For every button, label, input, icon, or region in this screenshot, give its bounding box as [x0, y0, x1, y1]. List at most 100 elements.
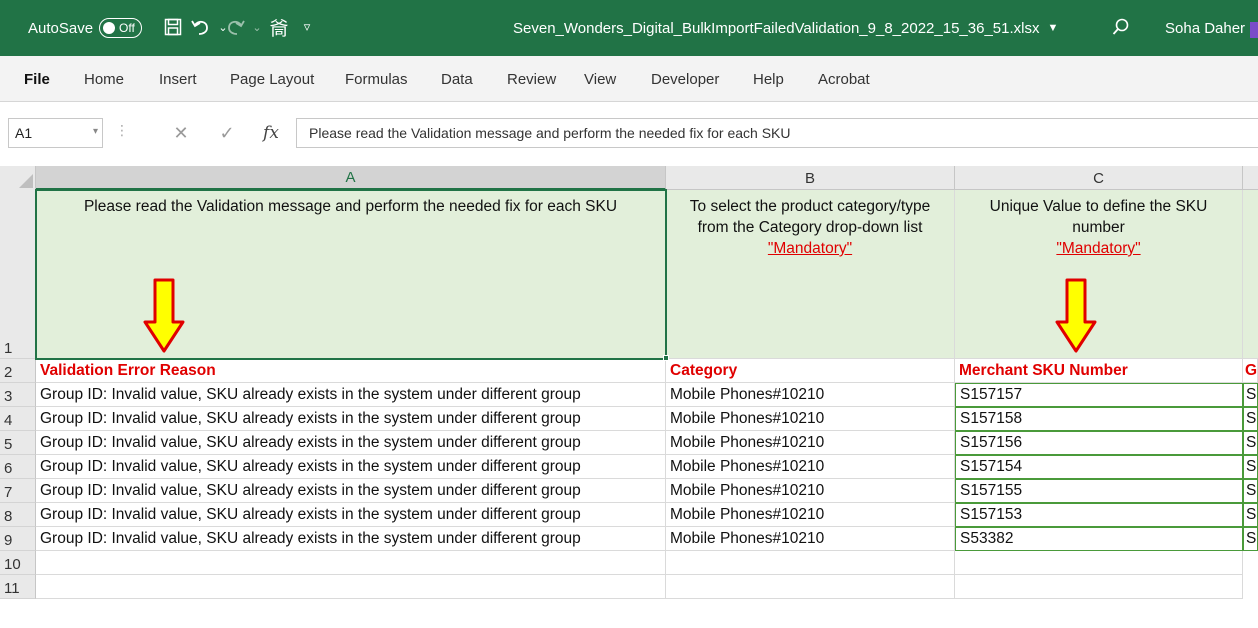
table-row-reason[interactable]: Group ID: Invalid value, SKU already exi…: [36, 407, 666, 431]
save-icon[interactable]: [160, 14, 186, 40]
worksheet-grid: A B C 1 2 3 4 5 6 7 8 9 10 11 Please rea…: [0, 166, 1258, 628]
row-header-8[interactable]: 8: [0, 503, 36, 527]
table-row-d[interactable]: S: [1243, 527, 1258, 551]
mandatory-label-c: "Mandatory": [1056, 240, 1141, 257]
autosave-control[interactable]: AutoSave Off: [28, 0, 142, 56]
instruction-text-b: To select the product category/type from…: [689, 198, 931, 236]
table-row-reason[interactable]: Group ID: Invalid value, SKU already exi…: [36, 527, 666, 551]
fill-handle[interactable]: [663, 355, 669, 361]
row-header-9[interactable]: 9: [0, 527, 36, 551]
field-label-d-truncated[interactable]: G: [1243, 359, 1258, 383]
mandatory-label-b: "Mandatory": [767, 240, 853, 257]
tab-developer[interactable]: Developer: [651, 56, 719, 102]
cell-d1[interactable]: [1243, 190, 1258, 359]
field-label-validation-error-reason[interactable]: Validation Error Reason: [36, 359, 666, 383]
field-label-category[interactable]: Category: [666, 359, 955, 383]
tab-formulas[interactable]: Formulas: [345, 56, 408, 102]
file-name-dropdown-icon: ▼: [1047, 22, 1059, 34]
user-name[interactable]: Soha Daher: [1165, 0, 1245, 56]
table-row-reason[interactable]: Group ID: Invalid value, SKU already exi…: [36, 503, 666, 527]
table-row-sku[interactable]: S157158: [955, 407, 1243, 431]
field-label-merchant-sku[interactable]: Merchant SKU Number: [955, 359, 1243, 383]
tab-data[interactable]: Data: [441, 56, 473, 102]
tab-acrobat[interactable]: Acrobat: [818, 56, 870, 102]
table-row-d[interactable]: S: [1243, 383, 1258, 407]
empty-cell[interactable]: [666, 551, 955, 575]
table-row-sku[interactable]: S157154: [955, 455, 1243, 479]
table-row-category[interactable]: Mobile Phones#10210: [666, 383, 955, 407]
table-row-reason[interactable]: Group ID: Invalid value, SKU already exi…: [36, 431, 666, 455]
table-row-category[interactable]: Mobile Phones#10210: [666, 455, 955, 479]
formula-input[interactable]: Please read the Validation message and p…: [296, 118, 1258, 148]
ribbon-tabs: File Home Insert Page Layout Formulas Da…: [0, 56, 1258, 102]
empty-cell[interactable]: [955, 551, 1243, 575]
name-box-value: A1: [15, 125, 33, 141]
table-row-d[interactable]: S: [1243, 479, 1258, 503]
tab-review[interactable]: Review: [507, 56, 556, 102]
row-header-7[interactable]: 7: [0, 479, 36, 503]
table-row-d[interactable]: S: [1243, 455, 1258, 479]
name-box-dropdown-icon[interactable]: ▾: [93, 126, 98, 137]
cell-b1[interactable]: To select the product category/type from…: [666, 190, 955, 359]
tab-page-layout[interactable]: Page Layout: [230, 56, 314, 102]
cell-a1[interactable]: Please read the Validation message and p…: [36, 190, 666, 359]
table-row-reason[interactable]: Group ID: Invalid value, SKU already exi…: [36, 455, 666, 479]
table-row-d[interactable]: S: [1243, 407, 1258, 431]
table-row-category[interactable]: Mobile Phones#10210: [666, 431, 955, 455]
file-name-text: Seven_Wonders_Digital_BulkImportFailedVa…: [513, 19, 1040, 37]
formula-bar-grip-icon[interactable]: ⋮: [115, 122, 129, 139]
table-row-d[interactable]: S: [1243, 503, 1258, 527]
column-header-row: A B C: [0, 166, 1258, 190]
table-row-category[interactable]: Mobile Phones#10210: [666, 503, 955, 527]
customize-toolbar-icon[interactable]: ▿: [294, 14, 320, 40]
tab-help[interactable]: Help: [753, 56, 784, 102]
empty-cell[interactable]: [36, 551, 666, 575]
down-arrow-icon: [1055, 278, 1097, 353]
row-header-5[interactable]: 5: [0, 431, 36, 455]
empty-cell[interactable]: [955, 575, 1243, 599]
row-header-3[interactable]: 3: [0, 383, 36, 407]
row-header-11[interactable]: 11: [0, 575, 36, 599]
table-row-category[interactable]: Mobile Phones#10210: [666, 479, 955, 503]
column-header-c[interactable]: C: [955, 166, 1243, 190]
avatar[interactable]: [1250, 22, 1258, 38]
table-row-sku[interactable]: S157153: [955, 503, 1243, 527]
table-row-reason[interactable]: Group ID: Invalid value, SKU already exi…: [36, 383, 666, 407]
table-row-sku[interactable]: S157155: [955, 479, 1243, 503]
cell-c1[interactable]: Unique Value to define the SKU number "M…: [955, 190, 1243, 359]
autosave-toggle[interactable]: Off: [99, 18, 142, 38]
empty-cell[interactable]: [666, 575, 955, 599]
toggle-knob-icon: [103, 22, 116, 34]
formula-bar-area: A1 ▾ ⋮ ✕ ✓ fx Please read the Validation…: [0, 102, 1258, 160]
tab-view[interactable]: View: [584, 56, 616, 102]
name-box[interactable]: A1 ▾: [8, 118, 103, 148]
file-name[interactable]: Seven_Wonders_Digital_BulkImportFailedVa…: [513, 0, 1058, 56]
row-header-1[interactable]: 1: [0, 190, 36, 359]
cancel-icon[interactable]: ✕: [168, 118, 194, 148]
table-row-category[interactable]: Mobile Phones#10210: [666, 407, 955, 431]
tab-home[interactable]: Home: [84, 56, 124, 102]
row-header-10[interactable]: 10: [0, 551, 36, 575]
autosave-state: Off: [119, 21, 135, 35]
row-header-6[interactable]: 6: [0, 455, 36, 479]
enter-icon[interactable]: ✓: [214, 118, 240, 148]
insert-function-icon[interactable]: fx: [258, 118, 284, 148]
table-row-sku[interactable]: S53382: [955, 527, 1243, 551]
table-row-category[interactable]: Mobile Phones#10210: [666, 527, 955, 551]
table-row-sku[interactable]: S157156: [955, 431, 1243, 455]
tab-file[interactable]: File: [24, 56, 50, 102]
select-all-corner[interactable]: [0, 166, 36, 190]
table-row-d[interactable]: S: [1243, 431, 1258, 455]
autosave-label: AutoSave: [28, 19, 94, 37]
row-header-2[interactable]: 2: [0, 359, 36, 383]
custom-command-icon[interactable]: 㸗: [266, 14, 292, 40]
tab-insert[interactable]: Insert: [159, 56, 197, 102]
table-row-reason[interactable]: Group ID: Invalid value, SKU already exi…: [36, 479, 666, 503]
column-header-b[interactable]: B: [666, 166, 955, 190]
table-row-sku[interactable]: S157157: [955, 383, 1243, 407]
empty-cell[interactable]: [36, 575, 666, 599]
title-bar: AutoSave Off ⌄ ⌄ 㸗 ▿ Seven_Wonders_Digit…: [0, 0, 1258, 56]
column-header-a[interactable]: A: [36, 166, 666, 190]
row-header-4[interactable]: 4: [0, 407, 36, 431]
search-icon[interactable]: [1108, 14, 1134, 40]
